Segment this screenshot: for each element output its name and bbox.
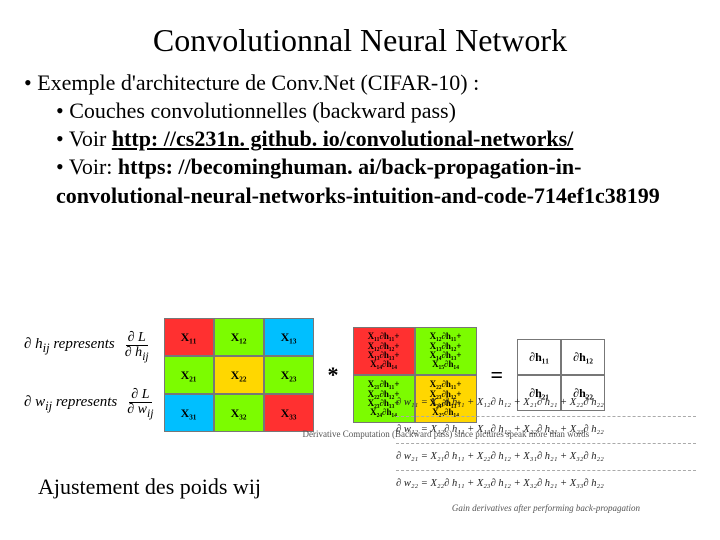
dh-block-cell: X₁₂∂h₁₁+ X₁₃∂h₁₂+ X₁₄∂h₁₃+ X₁₅∂h₁₄ (415, 327, 477, 375)
dh-block-cell: X₁₁∂h₁₁+ X₁₂∂h₁₂+ X₁₃∂h₁₃+ X₁₄∂h₁₄ (353, 327, 415, 375)
weight-equations: ∂ w₁₁ = X₁₁∂ h₁₁ + X₁₂∂ h₁₂ + X₂₁∂ h₂₁ +… (396, 390, 696, 516)
weq-row: ∂ w₂₁ = X₂₁∂ h₁₁ + X₂₂∂ h₁₂ + X₃₁∂ h₂₁ +… (396, 443, 696, 470)
weight-adjust-label: Ajustement des poids wij (38, 474, 261, 500)
weq-row: ∂ w₂₂ = X₂₂∂ h₁₁ + X₂₃∂ h₁₂ + X₃₂∂ h₂₁ +… (396, 470, 696, 497)
bullet-lvl1-a: Couches convolutionnelles (backward pass… (56, 97, 696, 125)
equals-operator: = (491, 362, 504, 388)
link-cs231n[interactable]: http: //cs231n. github. io/convolutional… (112, 126, 573, 151)
x-cell: X₁₂ (214, 318, 264, 356)
weq-row: ∂ w₁₁ = X₁₁∂ h₁₁ + X₁₂∂ h₁₂ + X₂₁∂ h₂₁ +… (396, 390, 696, 416)
bullet-lvl1-b: Voir http: //cs231n. github. io/convolut… (56, 125, 696, 153)
caption-gain: Gain derivatives after performing back-p… (396, 501, 696, 516)
bullet-prefix: Voir (69, 126, 112, 151)
dh-result-cell: ∂h₁₁ (517, 339, 561, 375)
dh-result-cell: ∂h₁₂ (561, 339, 605, 375)
link-becominghuman: https: //becominghuman. ai/back-propagat… (56, 154, 660, 207)
x-cell: X₂₂ (214, 356, 264, 394)
weq-row: ∂ w₁₂ = X₁₂∂ h₁₁ + X₁₃∂ h₁₂ + X₂₂∂ h₂₁ +… (396, 416, 696, 443)
dw-represents: ∂ wij represents ∂ L∂ wij (24, 388, 156, 419)
x-cell: X₂₁ (164, 356, 214, 394)
x-cell: X₂₃ (264, 356, 314, 394)
bullet-prefix: Voir: (69, 154, 118, 179)
x-cell: X₃₂ (214, 394, 264, 432)
input-x-grid: X₁₁X₁₂X₁₃ X₂₁X₂₂X₂₃ X₃₁X₃₂X₃₃ (164, 318, 314, 432)
bullet-lvl1-c: Voir: https: //becominghuman. ai/back-pr… (56, 153, 696, 209)
body-text: Exemple d'architecture de Conv.Net (CIFA… (24, 69, 696, 210)
conv-operator: * (328, 362, 339, 388)
x-cell: X₃₁ (164, 394, 214, 432)
represents-column: ∂ hij represents ∂ L∂ hij ∂ wij represen… (24, 331, 156, 420)
slide-title: Convolutionnal Neural Network (24, 22, 696, 59)
x-cell: X₃₃ (264, 394, 314, 432)
x-cell: X₁₁ (164, 318, 214, 356)
bullet-lvl0: Exemple d'architecture de Conv.Net (CIFA… (24, 69, 696, 97)
dh-represents: ∂ hij represents ∂ L∂ hij (24, 331, 156, 362)
x-cell: X₁₃ (264, 318, 314, 356)
